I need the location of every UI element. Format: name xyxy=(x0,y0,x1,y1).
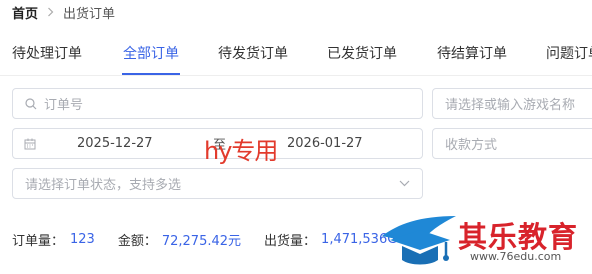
payment-method-select[interactable]: 收款方式 xyxy=(432,128,592,159)
payment-method-placeholder: 收款方式 xyxy=(445,138,498,153)
active-tab-indicator xyxy=(122,73,180,75)
tab-shipped[interactable]: 已发货订单 xyxy=(327,43,397,63)
order-stats: 订单量： 123 金额： 72,275.42元 出货量： 1,471,536G xyxy=(12,228,397,250)
tab-all[interactable]: 全部订单 xyxy=(123,43,179,63)
tab-to-ship[interactable]: 待发货订单 xyxy=(218,43,288,63)
order-count-label: 订单量： xyxy=(12,233,65,249)
order-status-placeholder: 请选择订单状态，支持多选 xyxy=(25,178,182,193)
watermark-text: hy专用 xyxy=(204,137,278,165)
breadcrumb-home[interactable]: 首页 xyxy=(12,3,38,22)
breadcrumb: 首页 出货订单 xyxy=(12,2,115,22)
breadcrumb-current: 出货订单 xyxy=(63,6,116,22)
amount-label: 金额： xyxy=(117,233,157,249)
order-count-value: 123 xyxy=(70,231,95,247)
order-tabs: 待处理订单 全部订单 待发货订单 已发货订单 待结算订单 问题订单 xyxy=(0,36,592,76)
tab-pending[interactable]: 待处理订单 xyxy=(12,43,82,63)
volume-label: 出货量： xyxy=(264,233,317,249)
game-select-placeholder: 请选择或输入游戏名称 xyxy=(445,98,576,113)
graduation-cap-icon xyxy=(382,216,456,265)
order-status-select[interactable]: 请选择订单状态，支持多选 xyxy=(12,168,423,199)
game-select[interactable]: 请选择或输入游戏名称 xyxy=(432,88,592,119)
search-icon xyxy=(25,97,37,110)
logo-url: www.76edu.com xyxy=(470,250,562,263)
tab-problem[interactable]: 问题订单 xyxy=(546,43,592,63)
date-start[interactable]: 2025-12-27 xyxy=(77,136,153,151)
order-number-input[interactable]: 订单号 xyxy=(12,88,423,119)
amount-value: 72,275.42元 xyxy=(161,233,242,249)
chevron-right-icon xyxy=(47,7,54,17)
date-end[interactable]: 2026-01-27 xyxy=(287,136,363,151)
calendar-icon xyxy=(24,138,36,150)
order-number-placeholder: 订单号 xyxy=(44,98,84,113)
tab-to-settle[interactable]: 待结算订单 xyxy=(437,43,507,63)
brand-logo: 其乐教育 www.76edu.com xyxy=(380,210,592,274)
chevron-down-icon xyxy=(399,180,410,187)
